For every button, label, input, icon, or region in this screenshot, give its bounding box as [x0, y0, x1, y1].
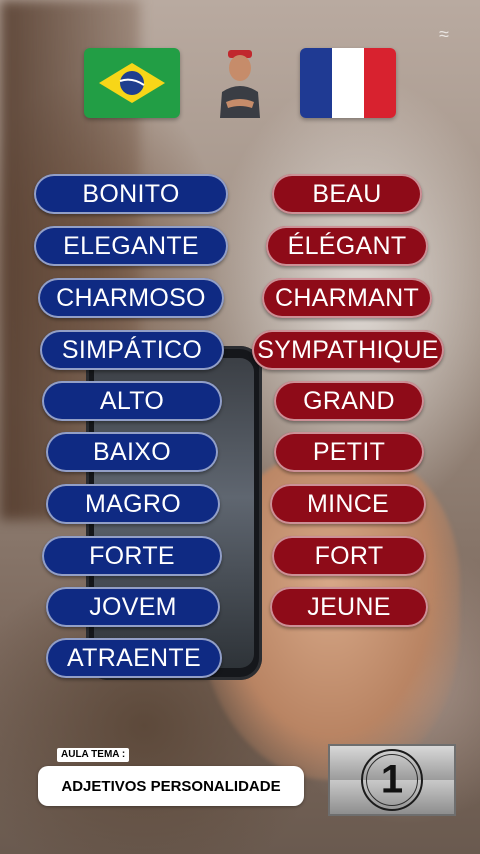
pt-word-charmoso: CHARMOSO [38, 278, 224, 318]
france-flag-icon [300, 48, 396, 118]
pt-word-magro: MAGRO [46, 484, 220, 524]
pt-word-simpatico: SIMPÁTICO [40, 330, 224, 370]
lesson-number: 1 [380, 757, 404, 802]
fr-word-mince: MINCE [270, 484, 426, 524]
fr-word-jeune: JEUNE [270, 587, 428, 627]
fr-word-charmant: CHARMANT [262, 278, 432, 318]
fr-word-beau: BEAU [272, 174, 422, 214]
fr-word-grand: GRAND [274, 381, 424, 421]
fr-word-elegant: ÉLÉGANT [266, 226, 428, 266]
fr-word-petit: PETIT [274, 432, 424, 472]
background-photo [0, 0, 480, 854]
teacher-avatar [216, 46, 264, 118]
lesson-number-badge: 1 [328, 744, 456, 816]
pt-word-baixo: BAIXO [46, 432, 218, 472]
fr-word-fort: FORT [272, 536, 426, 576]
pt-word-alto: ALTO [42, 381, 222, 421]
watermark-icon: ≈ [439, 24, 449, 44]
pt-word-atraente: ATRAENTE [46, 638, 222, 678]
pt-word-forte: FORTE [42, 536, 222, 576]
fr-word-sympathique: SYMPATHIQUE [252, 330, 444, 370]
pt-word-bonito: BONITO [34, 174, 228, 214]
lesson-theme-value: ADJETIVOS PERSONALIDADE [38, 766, 304, 806]
pt-word-jovem: JOVEM [46, 587, 220, 627]
lesson-theme-label: AULA TEMA : [57, 748, 130, 762]
pt-word-elegante: ELEGANTE [34, 226, 228, 266]
brazil-flag-icon [84, 48, 180, 118]
